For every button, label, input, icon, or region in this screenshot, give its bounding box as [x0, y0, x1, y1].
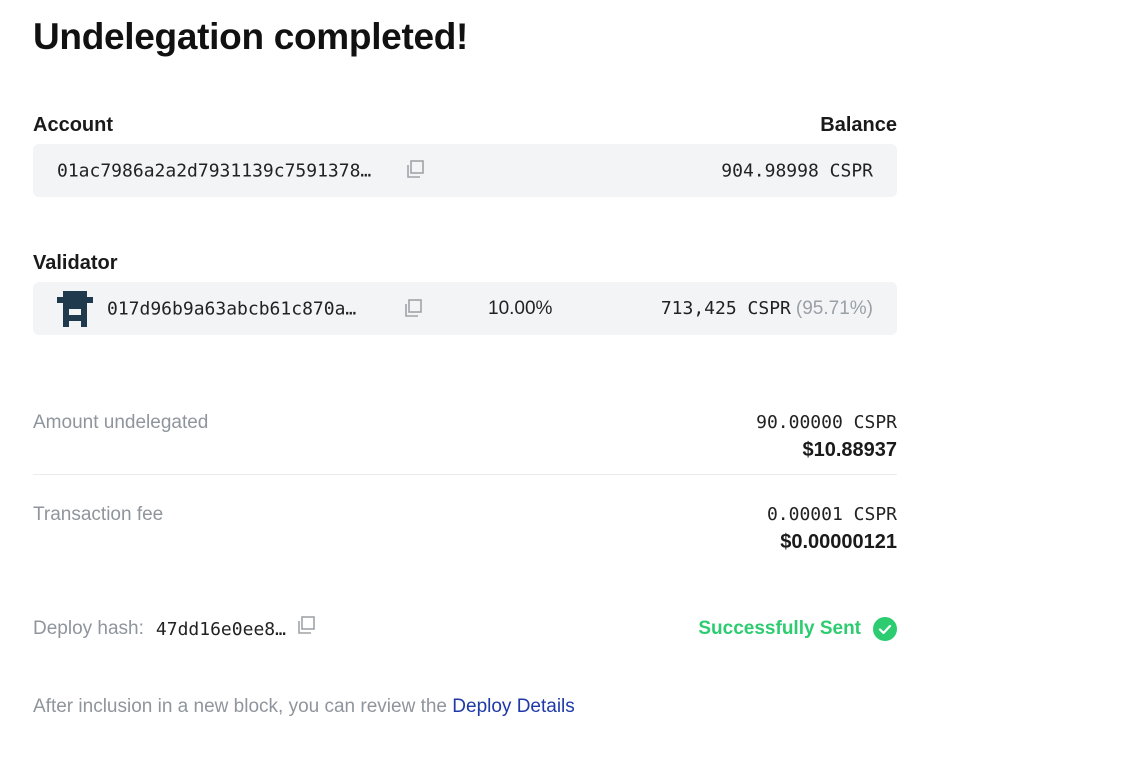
validator-box: 017d96b9a63abcb61c870a… 10.00% 713,425 C…: [33, 282, 897, 335]
copy-icon[interactable]: [296, 615, 316, 635]
deploy-hash-label: Deploy hash:: [33, 618, 144, 639]
check-circle-icon: [873, 617, 897, 641]
validator-stake-share: (95.71%): [795, 297, 873, 319]
balance-label: Balance: [820, 114, 897, 136]
deploy-hash: 47dd16e0ee8…: [155, 618, 286, 640]
amount-cspr: 90.00000 CSPR: [756, 412, 897, 433]
fee-usd: $0.00000121: [780, 531, 897, 553]
status-badge: Successfully Sent: [698, 617, 897, 641]
validator-fee: 10.00%: [488, 297, 553, 319]
validator-address: 017d96b9a63abcb61c870a…: [107, 298, 357, 319]
copy-icon[interactable]: [405, 159, 425, 179]
footer-note: After inclusion in a new block, you can …: [33, 696, 575, 718]
amount-usd: $10.88937: [802, 439, 897, 461]
deploy-details-link[interactable]: Deploy Details: [452, 696, 575, 717]
validator-stake-wrap: 713,425 CSPR (95.71%): [661, 298, 873, 320]
amount-values: 90.00000 CSPR $10.88937: [756, 412, 897, 462]
status-text: Successfully Sent: [698, 618, 861, 639]
fee-cspr: 0.00001 CSPR: [766, 504, 897, 525]
deploy-row: Deploy hash: 47dd16e0ee8…: [33, 615, 316, 640]
page-title: Undelegation completed!: [33, 16, 469, 57]
footer-text: After inclusion in a new block, you can …: [33, 696, 453, 717]
account-balance: 904.98998 CSPR: [721, 160, 873, 181]
fee-values: 0.00001 CSPR $0.00000121: [767, 504, 897, 554]
account-address: 01ac7986a2a2d7931139c7591378…: [57, 160, 372, 181]
validator-label: Validator: [33, 252, 118, 274]
account-label: Account: [33, 114, 113, 136]
validator-stake: 713,425 CSPR: [660, 297, 791, 319]
divider: [33, 474, 897, 475]
validator-avatar: [57, 291, 93, 327]
account-box: 01ac7986a2a2d7931139c7591378… 904.98998 …: [33, 144, 897, 197]
amount-label: Amount undelegated: [33, 412, 209, 433]
fee-label: Transaction fee: [33, 504, 164, 525]
copy-icon[interactable]: [403, 298, 423, 318]
